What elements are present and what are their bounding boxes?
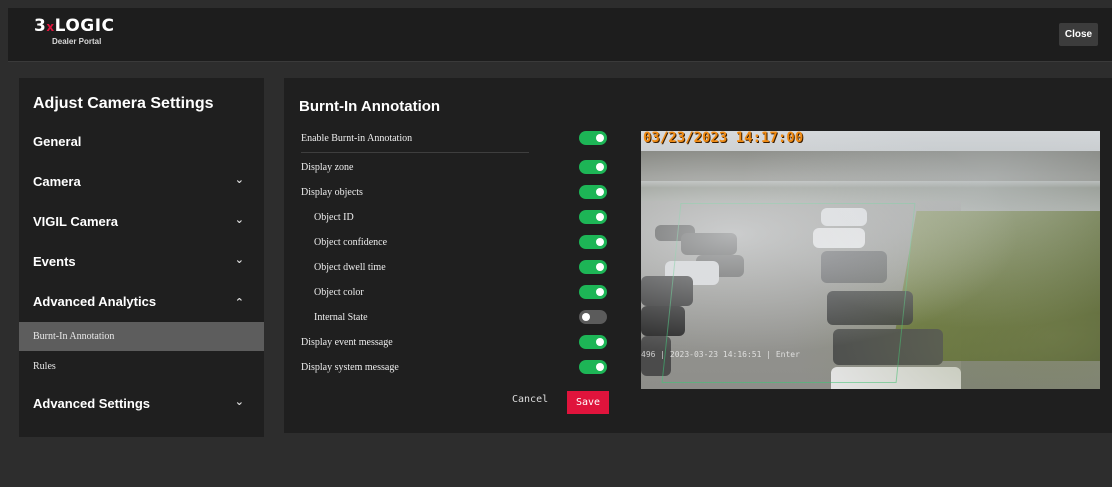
option-display-system-message: Display system message <box>301 355 607 379</box>
toggle-switch[interactable] <box>579 260 607 274</box>
option-display-zone: Display zone <box>301 155 607 179</box>
toggle-switch[interactable] <box>579 185 607 199</box>
option-label: Display system message <box>301 361 399 373</box>
sidebar-item-label: Advanced Analytics <box>33 293 157 309</box>
preview-event-message: 496 | 2023-03-23 14:16:51 | Enter <box>641 350 800 359</box>
page-title: Burnt-In Annotation <box>299 98 441 115</box>
chevron-down-icon: ⌄ <box>234 253 244 266</box>
settings-sidebar: Adjust Camera Settings General Camera ⌄ … <box>19 78 264 437</box>
option-internal-state: Internal State <box>301 305 607 329</box>
sidebar-subitem-label: Burnt-In Annotation <box>33 331 115 342</box>
toggle-switch[interactable] <box>579 335 607 349</box>
save-button[interactable]: Save <box>567 391 609 414</box>
option-label: Display event message <box>301 336 393 348</box>
toggle-switch[interactable] <box>579 360 607 374</box>
sidebar-item-general[interactable]: General <box>19 126 264 156</box>
sidebar-item-advanced-analytics[interactable]: Advanced Analytics ⌃ <box>19 286 264 316</box>
logo-part-logic: LOGIC <box>54 16 115 36</box>
logo-subtitle: Dealer Portal <box>52 37 102 46</box>
top-bar: 3xLOGIC Dealer Portal Close <box>8 8 1112 62</box>
sidebar-item-advanced-settings[interactable]: Advanced Settings ⌄ <box>19 388 264 418</box>
sidebar-item-label: General <box>33 133 82 149</box>
option-label: Object color <box>314 286 364 298</box>
option-label: Display zone <box>301 161 354 173</box>
logo-wordmark: 3xLOGIC <box>34 17 115 36</box>
sidebar-subitem-rules[interactable]: Rules <box>19 352 264 381</box>
option-enable-burnt-in: Enable Burnt-in Annotation <box>301 126 607 150</box>
sidebar-subitem-burnt-in-annotation[interactable]: Burnt-In Annotation <box>19 322 264 351</box>
chevron-down-icon: ⌄ <box>234 213 244 226</box>
toggle-switch[interactable] <box>579 310 607 324</box>
option-label: Object ID <box>314 211 354 223</box>
sidebar-item-camera[interactable]: Camera ⌄ <box>19 166 264 196</box>
logo-part-3: 3 <box>34 16 47 36</box>
chevron-down-icon: ⌄ <box>234 173 244 186</box>
option-object-dwell-time: Object dwell time <box>301 255 607 279</box>
option-object-confidence: Object confidence <box>301 230 607 254</box>
option-label: Internal State <box>314 311 368 323</box>
close-button[interactable]: Close <box>1059 23 1098 46</box>
sidebar-item-label: VIGIL Camera <box>33 213 119 229</box>
toggle-switch[interactable] <box>579 131 607 145</box>
sidebar-item-label: Events <box>33 253 76 269</box>
chevron-up-icon: ⌃ <box>234 296 244 309</box>
sidebar-item-label: Camera <box>33 173 81 189</box>
toggle-switch[interactable] <box>579 235 607 249</box>
sidebar-subitem-label: Rules <box>33 361 56 372</box>
toggle-switch[interactable] <box>579 160 607 174</box>
brand-logo: 3xLOGIC Dealer Portal <box>34 17 115 46</box>
chevron-down-icon: ⌄ <box>234 395 244 408</box>
logo-part-x: x <box>46 20 55 34</box>
divider <box>301 152 529 153</box>
sidebar-title: Adjust Camera Settings <box>33 95 214 112</box>
option-label: Enable Burnt-in Annotation <box>301 132 413 144</box>
sidebar-item-events[interactable]: Events ⌄ <box>19 246 264 276</box>
option-object-color: Object color <box>301 280 607 304</box>
preview-timestamp: 03/23/2023 14:17:00 <box>643 131 804 146</box>
cancel-button[interactable]: Cancel <box>512 394 548 405</box>
option-label: Display objects <box>301 186 363 198</box>
burnt-in-annotation-panel: Burnt-In Annotation Enable Burnt-in Anno… <box>284 78 1112 433</box>
option-label: Object confidence <box>314 236 388 248</box>
sidebar-item-label: Advanced Settings <box>33 395 151 411</box>
option-object-id: Object ID <box>301 205 607 229</box>
toggle-switch[interactable] <box>579 285 607 299</box>
sidebar-item-vigil-camera[interactable]: VIGIL Camera ⌄ <box>19 206 264 236</box>
camera-preview-image: 03/23/2023 14:17:00 496 | 2023-03-23 14:… <box>641 131 1100 389</box>
toggle-switch[interactable] <box>579 210 607 224</box>
option-display-objects: Display objects <box>301 180 607 204</box>
option-display-event-message: Display event message <box>301 330 607 354</box>
option-label: Object dwell time <box>314 261 386 273</box>
